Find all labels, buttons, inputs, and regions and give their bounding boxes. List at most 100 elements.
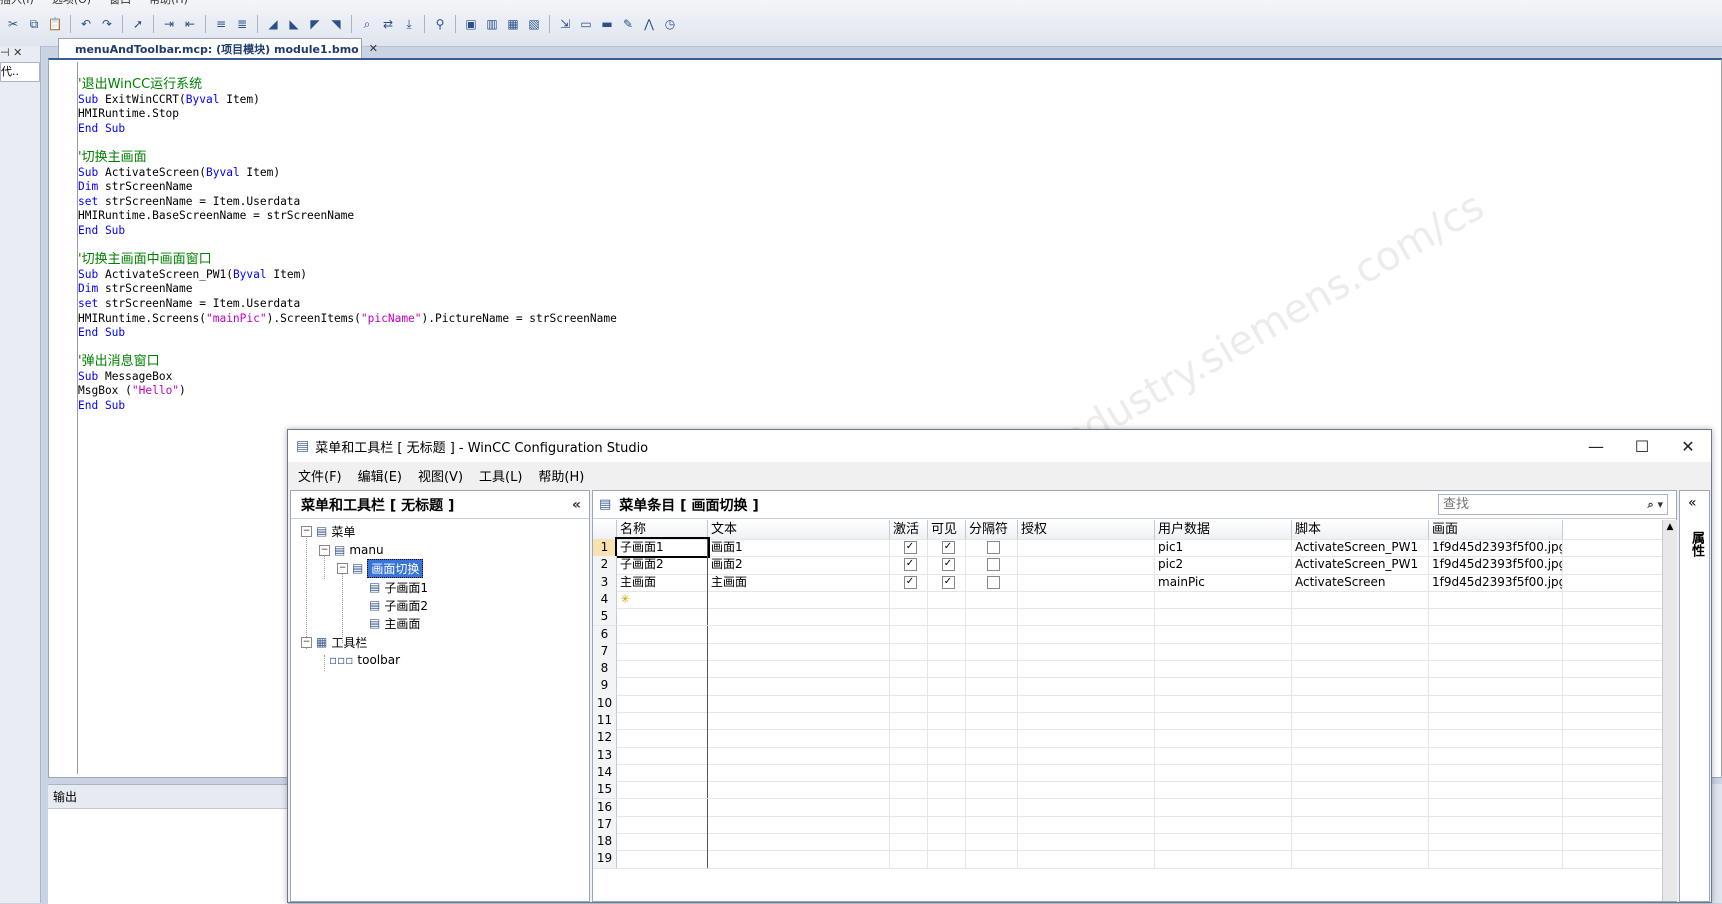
table-cell[interactable]: [928, 712, 966, 730]
table-cell[interactable]: [890, 798, 928, 816]
table-cell[interactable]: mainPic: [1155, 573, 1292, 591]
table-cell[interactable]: [966, 573, 1018, 591]
column-header[interactable]: 文本: [708, 520, 890, 539]
table-cell[interactable]: [966, 694, 1018, 712]
table-cell[interactable]: 1f9d45d2393f5f00.jpg: [1429, 539, 1563, 557]
table-cell[interactable]: [1155, 798, 1292, 816]
code-line[interactable]: [78, 340, 778, 355]
table-row[interactable]: 14: [593, 763, 1663, 783]
table-row[interactable]: 13: [593, 746, 1663, 765]
table-cell[interactable]: [708, 608, 890, 626]
row-number[interactable]: 5: [593, 608, 617, 626]
code-line[interactable]: End Sub: [78, 223, 778, 238]
table-row[interactable]: 2 子画面2 画面2 ✓ ✓ pic2 ActivateScreen_PW1 1f9d45d2…: [593, 556, 1663, 575]
table-cell[interactable]: [890, 642, 928, 661]
table-cell[interactable]: [890, 781, 928, 799]
table-cell[interactable]: [928, 677, 966, 695]
table-row[interactable]: 3 主画面 主画面 ✓ ✓ mainPic ActivateScreen 1f9d45d239…: [593, 573, 1663, 592]
code-text[interactable]: '退出WinCC运行系统 Sub ExitWinCCRT(Byval Item) H…: [78, 77, 778, 457]
table-cell[interactable]: [1018, 556, 1155, 574]
table-row[interactable]: 18: [593, 833, 1663, 852]
table-cell[interactable]: [1155, 625, 1292, 643]
table-cell[interactable]: [617, 660, 708, 678]
help-pointer-icon[interactable]: ➚: [129, 15, 147, 33]
tree-node-menus[interactable]: − ▤ 菜单: [301, 522, 355, 540]
table-cell[interactable]: [928, 694, 966, 712]
table-cell[interactable]: [928, 625, 966, 643]
copy-icon[interactable]: ⧉: [25, 15, 43, 33]
table-cell[interactable]: 画面1: [708, 539, 890, 557]
checkbox[interactable]: [986, 575, 1000, 589]
code-line[interactable]: Sub MessageBox: [78, 369, 778, 384]
table-cell[interactable]: [1018, 694, 1155, 712]
table-cell[interactable]: [1429, 833, 1563, 851]
table-cell[interactable]: [928, 781, 966, 799]
row-number[interactable]: 13: [593, 746, 617, 764]
table-cell[interactable]: [890, 746, 928, 764]
window-icon[interactable]: ▣: [462, 15, 480, 33]
table-cell[interactable]: [1155, 850, 1292, 868]
table-cell[interactable]: [1429, 625, 1563, 643]
row-number[interactable]: 7: [593, 642, 617, 661]
table-cell[interactable]: [928, 763, 966, 782]
collapse-toggle[interactable]: −: [319, 544, 330, 556]
table-cell[interactable]: [1292, 712, 1429, 730]
table-cell[interactable]: [1429, 746, 1563, 764]
folder-icon[interactable]: ▭: [577, 15, 595, 33]
cut-icon[interactable]: ✂: [4, 15, 22, 33]
minimize-icon[interactable]: —: [1573, 430, 1619, 462]
row-number[interactable]: 8: [593, 660, 617, 678]
table-icon[interactable]: ▦: [504, 15, 522, 33]
table-row[interactable]: 19: [593, 850, 1663, 869]
left-dock-tab[interactable]: 代..: [0, 62, 40, 82]
row-number[interactable]: 10: [593, 694, 617, 712]
table-cell[interactable]: [928, 833, 966, 851]
table-cell[interactable]: [708, 746, 890, 764]
table-row[interactable]: 7: [593, 642, 1663, 662]
table-cell[interactable]: [890, 850, 928, 868]
table-row[interactable]: 12: [593, 729, 1663, 748]
table-cell[interactable]: [1292, 798, 1429, 816]
table-cell[interactable]: [617, 712, 708, 730]
table-cell[interactable]: [1292, 746, 1429, 764]
table-cell[interactable]: [708, 677, 890, 695]
table-cell[interactable]: [1155, 729, 1292, 747]
table-cell[interactable]: [1292, 590, 1429, 609]
code-line[interactable]: HMIRuntime.Stop: [78, 106, 778, 121]
table-cell[interactable]: [966, 746, 1018, 764]
close-icon[interactable]: ✕: [1665, 430, 1711, 462]
table-cell[interactable]: [617, 625, 708, 643]
table-cell[interactable]: [1292, 660, 1429, 678]
table-row[interactable]: 1 子画面1 画面1 ✓ ✓ pic1 ActivateScreen_PW1 1f9d45d2…: [593, 536, 1663, 559]
row-number[interactable]: 4: [593, 590, 617, 609]
table-cell[interactable]: [1292, 694, 1429, 712]
table-cell[interactable]: 主画面: [708, 573, 890, 591]
table-row[interactable]: 17: [593, 815, 1663, 835]
outdent-icon[interactable]: ⇤: [181, 15, 199, 33]
table-cell[interactable]: [1018, 608, 1155, 626]
checkbox[interactable]: ✓: [903, 575, 917, 589]
table-cell[interactable]: [1292, 608, 1429, 626]
table-row[interactable]: 5: [593, 608, 1663, 627]
table-row[interactable]: 9: [593, 677, 1663, 696]
window-titlebar[interactable]: ▤ 菜单和工具栏 [ 无标题 ] - WinCC Configuration S…: [288, 430, 1711, 462]
table-cell[interactable]: ✓: [928, 573, 966, 591]
table-cell[interactable]: [1429, 763, 1563, 782]
tree-node-subscreen2[interactable]: ▤ 子画面2: [369, 596, 428, 614]
table-cell[interactable]: [1429, 608, 1563, 626]
table-row[interactable]: 4 ✳: [593, 590, 1663, 610]
column-header[interactable]: 分隔符: [966, 520, 1018, 539]
table-cell[interactable]: 主画面: [617, 573, 708, 591]
table-cell[interactable]: [1429, 815, 1563, 834]
table-cell[interactable]: [1155, 763, 1292, 782]
table-cell[interactable]: [1018, 660, 1155, 678]
bookmark-clear-icon[interactable]: ◥: [327, 15, 345, 33]
table-cell[interactable]: [890, 694, 928, 712]
row-number[interactable]: 11: [593, 712, 617, 730]
code-line[interactable]: Dim strScreenName: [78, 281, 778, 296]
find-icon[interactable]: ⌕: [358, 15, 376, 33]
column-header[interactable]: 用户数据: [1155, 520, 1292, 539]
table-cell[interactable]: 1f9d45d2393f5f00.jpg: [1429, 573, 1563, 591]
table-cell[interactable]: [1155, 712, 1292, 730]
table-cell[interactable]: [890, 677, 928, 695]
